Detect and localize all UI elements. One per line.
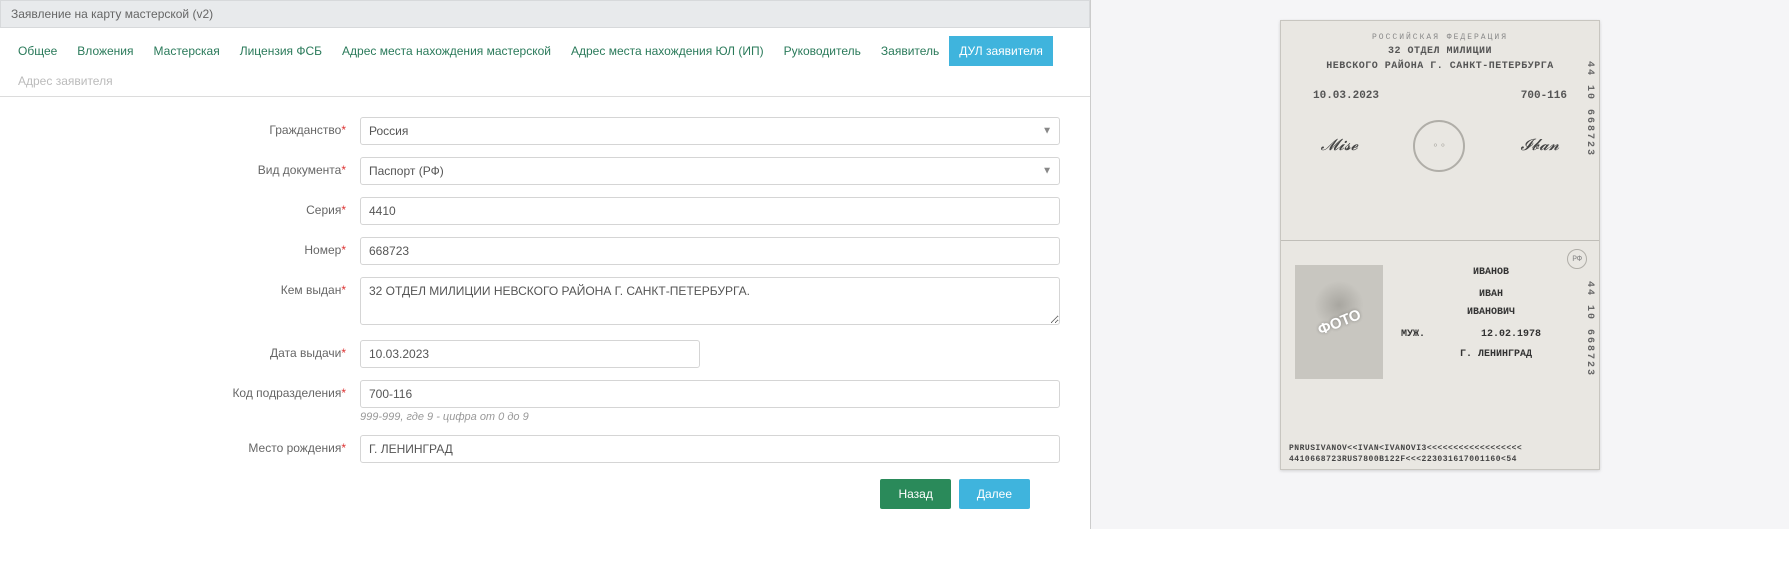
tab-general[interactable]: Общее	[8, 36, 67, 66]
issue-date-input[interactable]	[360, 340, 700, 368]
label-citizenship: Гражданство*	[20, 117, 360, 137]
dept-code-input[interactable]	[360, 380, 1060, 408]
doc-type-select[interactable]: Паспорт (РФ)	[360, 157, 1060, 185]
form-container: Гражданство* Россия ▼ Вид документа* Пас…	[0, 97, 1090, 529]
label-issued-by: Кем выдан*	[20, 277, 360, 297]
passport-pob: Г. ЛЕНИНГРАД	[1431, 349, 1561, 360]
series-input[interactable]	[360, 197, 1060, 225]
passport-name: ИВАН	[1431, 289, 1551, 300]
citizenship-select[interactable]: Россия	[360, 117, 1060, 145]
tab-legal-address[interactable]: Адрес места нахождения ЮЛ (ИП)	[561, 36, 774, 66]
passport-surname: ИВАНОВ	[1431, 267, 1551, 278]
signature-right: 𝓘𝓫𝓪𝓷	[1520, 137, 1559, 155]
passport-patronymic: ИВАНОВИЧ	[1431, 307, 1551, 318]
document-preview-pane: 44 10 668723 44 10 668723 РОССИЙСКАЯ ФЕД…	[1090, 0, 1789, 529]
label-doc-type: Вид документа*	[20, 157, 360, 177]
window-title: Заявление на карту мастерской (v2)	[0, 0, 1090, 28]
tab-applicant[interactable]: Заявитель	[871, 36, 949, 66]
label-birth-place: Место рождения*	[20, 435, 360, 455]
stamp-icon: ⚬⚬	[1413, 120, 1465, 172]
passport-dob: 12.02.1978	[1481, 329, 1541, 340]
passport-country-header: РОССИЙСКАЯ ФЕДЕРАЦИЯ	[1293, 33, 1587, 42]
passport-issuer-line1: 32 ОТДЕЛ МИЛИЦИИ	[1293, 46, 1587, 57]
tab-workshop[interactable]: Мастерская	[144, 36, 230, 66]
tabs-bar: Общее Вложения Мастерская Лицензия ФСБ А…	[0, 36, 1090, 97]
label-issue-date: Дата выдачи*	[20, 340, 360, 360]
tab-applicant-id-doc[interactable]: ДУЛ заявителя	[949, 36, 1053, 66]
number-input[interactable]	[360, 237, 1060, 265]
signature-left: 𝓜𝓲𝓼𝓮	[1321, 137, 1358, 155]
next-button[interactable]: Далее	[959, 479, 1030, 509]
tab-director[interactable]: Руководитель	[774, 36, 871, 66]
passport-sex: МУЖ.	[1401, 329, 1425, 340]
tab-fsb-license[interactable]: Лицензия ФСБ	[230, 36, 332, 66]
passport-photo: ФОТО	[1295, 265, 1383, 379]
passport-issue-date: 10.03.2023	[1313, 90, 1379, 102]
photo-placeholder-label: ФОТО	[1315, 306, 1363, 339]
label-number: Номер*	[20, 237, 360, 257]
tab-workshop-address[interactable]: Адрес места нахождения мастерской	[332, 36, 561, 66]
passport-mrz: PNRUSIVANOV<<IVAN<IVANOVI3<<<<<<<<<<<<<<…	[1289, 443, 1591, 465]
tab-applicant-address: Адрес заявителя	[8, 66, 123, 96]
passport-scan: 44 10 668723 44 10 668723 РОССИЙСКАЯ ФЕД…	[1280, 20, 1600, 470]
birth-place-input[interactable]	[360, 435, 1060, 463]
dept-code-help: 999-999, где 9 - цифра от 0 до 9	[360, 411, 1060, 423]
passport-dept-code: 700-116	[1521, 90, 1567, 102]
label-dept-code: Код подразделения*	[20, 380, 360, 400]
issued-by-textarea[interactable]: 32 ОТДЕЛ МИЛИЦИИ НЕВСКОГО РАЙОНА Г. САНК…	[360, 277, 1060, 325]
passport-issuer-line2: НЕВСКОГО РАЙОНА Г. САНКТ-ПЕТЕРБУРГА	[1293, 61, 1587, 72]
label-series: Серия*	[20, 197, 360, 217]
tab-attachments[interactable]: Вложения	[67, 36, 143, 66]
rf-emblem-icon: РФ	[1567, 249, 1587, 269]
back-button[interactable]: Назад	[880, 479, 950, 509]
